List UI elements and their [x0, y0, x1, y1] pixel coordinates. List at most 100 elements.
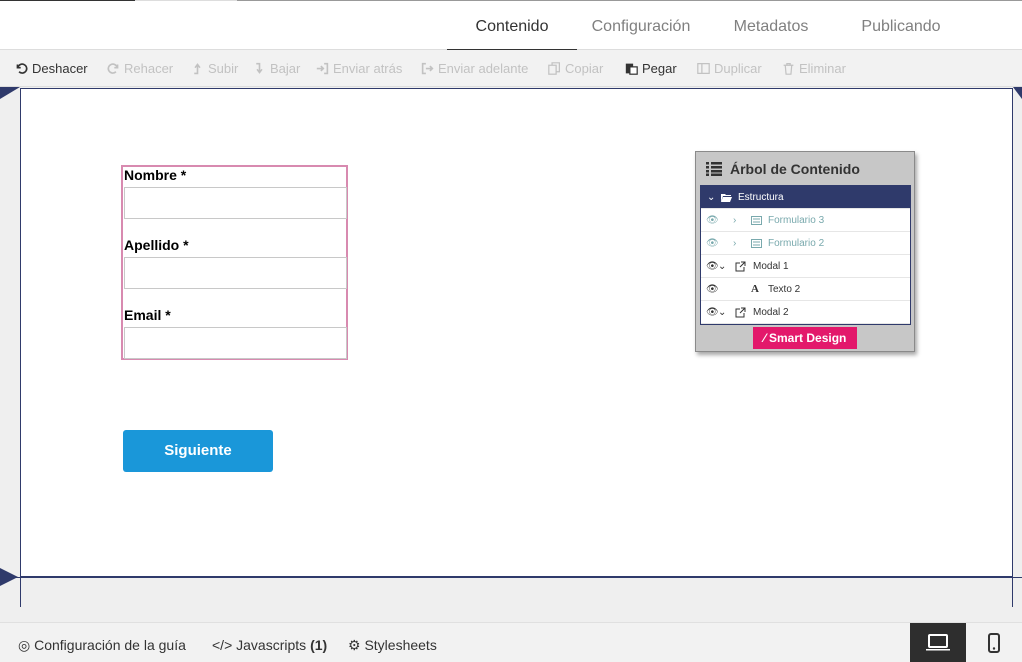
- redo-button[interactable]: Rehacer: [107, 50, 173, 87]
- tree-item-label: Modal 2: [753, 307, 789, 318]
- editor-toolbar: Deshacer Rehacer Subir Bajar Enviar atrá…: [0, 50, 1022, 87]
- smart-design-button[interactable]: ⁄ Smart Design: [753, 327, 857, 349]
- move-up-button[interactable]: Subir: [191, 50, 238, 87]
- undo-button[interactable]: Deshacer: [15, 50, 88, 87]
- duplicate-icon: [697, 63, 710, 74]
- paste-button[interactable]: Pegar: [625, 50, 677, 87]
- tree-item-texto-2[interactable]: 👁 A Texto 2: [701, 278, 910, 301]
- gears-icon: ⚙: [348, 637, 361, 653]
- send-back-label: Enviar atrás: [333, 61, 403, 76]
- eye-icon[interactable]: 👁: [706, 301, 719, 324]
- last-name-label: Apellido *: [124, 237, 189, 253]
- tab-bar: Contenido Configuración Metadatos Public…: [0, 1, 1022, 51]
- delete-button[interactable]: Eliminar: [782, 50, 846, 87]
- first-name-field[interactable]: [124, 187, 347, 219]
- chevron-right-icon[interactable]: ›: [733, 209, 736, 232]
- copy-icon: [548, 62, 560, 75]
- bottom-bar: ◎ Configuración de la guía </> Javascrip…: [0, 622, 1022, 662]
- last-name-field[interactable]: [124, 257, 347, 289]
- list-icon: [706, 162, 722, 176]
- form-element[interactable]: Nombre * Apellido * Email *: [121, 165, 348, 360]
- tree-item-label: Formulario 2: [768, 238, 825, 249]
- tree-item-modal-2[interactable]: 👁 ⌄ Modal 2: [701, 301, 910, 324]
- canvas-edge-left: [20, 577, 21, 607]
- chevron-down-icon[interactable]: ⌄: [707, 186, 715, 209]
- trash-icon: [783, 63, 794, 75]
- content-tree-panel[interactable]: Árbol de Contenido ⌄ Estructura 👁 › Form…: [695, 151, 915, 352]
- eye-slash-icon[interactable]: 👁: [706, 232, 719, 255]
- email-label: Email *: [124, 307, 171, 323]
- text-type-icon: A: [751, 283, 759, 295]
- folder-open-icon: [721, 194, 732, 202]
- tree-item-formulario-2[interactable]: 👁 › Formulario 2: [701, 232, 910, 255]
- chevron-down-icon[interactable]: ⌄: [718, 255, 726, 278]
- desktop-view-button[interactable]: [910, 623, 966, 662]
- external-link-icon: [735, 307, 746, 318]
- redo-icon: [107, 63, 119, 74]
- mobile-icon: [988, 633, 1000, 653]
- paste-icon: [625, 63, 638, 75]
- delete-label: Eliminar: [799, 61, 846, 76]
- guide-config-label: Configuración de la guía: [34, 637, 186, 653]
- tree-item-label: Texto 2: [768, 284, 801, 295]
- send-forward-label: Enviar adelante: [438, 61, 529, 76]
- chevron-down-icon[interactable]: ⌄: [718, 301, 726, 324]
- javascripts-button[interactable]: </> Javascripts (1): [212, 623, 327, 662]
- form-icon: [751, 239, 762, 248]
- eye-slash-icon[interactable]: 👁: [706, 209, 719, 232]
- form-icon: [751, 216, 762, 225]
- sign-in-icon: [316, 62, 329, 75]
- external-link-icon: [735, 261, 746, 272]
- tree-item-label: Formulario 3: [768, 215, 825, 226]
- duplicate-label: Duplicar: [714, 61, 762, 76]
- move-down-label: Bajar: [270, 61, 301, 76]
- next-button[interactable]: Siguiente: [123, 430, 273, 472]
- sign-out-icon: [421, 62, 434, 75]
- move-up-label: Subir: [208, 61, 239, 76]
- tree-item-modal-1[interactable]: 👁 ⌄ Modal 1: [701, 255, 910, 278]
- canvas-corner-marker: [1013, 87, 1022, 99]
- copy-label: Copiar: [565, 61, 604, 76]
- tree-item-label: Modal 1: [753, 261, 789, 272]
- fold-line: [0, 577, 1022, 578]
- mobile-view-button[interactable]: [966, 623, 1022, 662]
- laptop-icon: [926, 634, 950, 651]
- redo-label: Rehacer: [124, 61, 174, 76]
- first-name-label: Nombre *: [124, 167, 187, 183]
- eye-icon[interactable]: 👁: [706, 278, 719, 301]
- undo-icon: [16, 63, 28, 74]
- target-icon: ◎: [18, 637, 31, 653]
- stylesheets-button[interactable]: ⚙ Stylesheets: [348, 623, 437, 662]
- javascripts-label: Javascripts: [236, 637, 307, 653]
- duplicate-button[interactable]: Duplicar: [697, 50, 762, 87]
- javascripts-count: (1): [310, 637, 328, 653]
- tree-item-formulario-3[interactable]: 👁 › Formulario 3: [701, 209, 910, 232]
- canvas-corner-marker: [0, 87, 20, 99]
- paste-label: Pegar: [642, 61, 677, 76]
- move-down-button[interactable]: Bajar: [253, 50, 300, 87]
- tree-root-label: Estructura: [738, 192, 784, 203]
- code-icon: </>: [212, 637, 233, 653]
- tab-configuracion[interactable]: Configuración: [577, 1, 705, 50]
- chevron-right-icon[interactable]: ›: [733, 232, 736, 255]
- send-back-button[interactable]: Enviar atrás: [316, 50, 402, 87]
- content-tree-header[interactable]: Árbol de Contenido: [706, 158, 860, 180]
- smart-design-label: Smart Design: [769, 331, 847, 345]
- magic-wand-icon: ⁄: [763, 331, 766, 345]
- email-field[interactable]: [124, 327, 347, 359]
- copy-button[interactable]: Copiar: [548, 50, 603, 87]
- content-tree-title: Árbol de Contenido: [730, 161, 860, 177]
- canvas-edge-right: [1012, 577, 1013, 607]
- level-up-icon: [194, 63, 201, 75]
- tab-contenido[interactable]: Contenido: [447, 1, 577, 51]
- tab-metadatos[interactable]: Metadatos: [706, 1, 836, 50]
- undo-label: Deshacer: [32, 61, 88, 76]
- stylesheets-label: Stylesheets: [364, 637, 437, 653]
- guide-config-button[interactable]: ◎ Configuración de la guía: [18, 623, 186, 662]
- send-forward-button[interactable]: Enviar adelante: [421, 50, 528, 87]
- eye-icon[interactable]: 👁: [706, 255, 719, 278]
- tab-publicando[interactable]: Publicando: [836, 1, 966, 50]
- level-down-icon: [256, 62, 263, 74]
- content-tree-list: ⌄ Estructura 👁 › Formulario 3 👁 › Formul…: [700, 185, 911, 325]
- tree-root-structure[interactable]: ⌄ Estructura: [701, 186, 910, 209]
